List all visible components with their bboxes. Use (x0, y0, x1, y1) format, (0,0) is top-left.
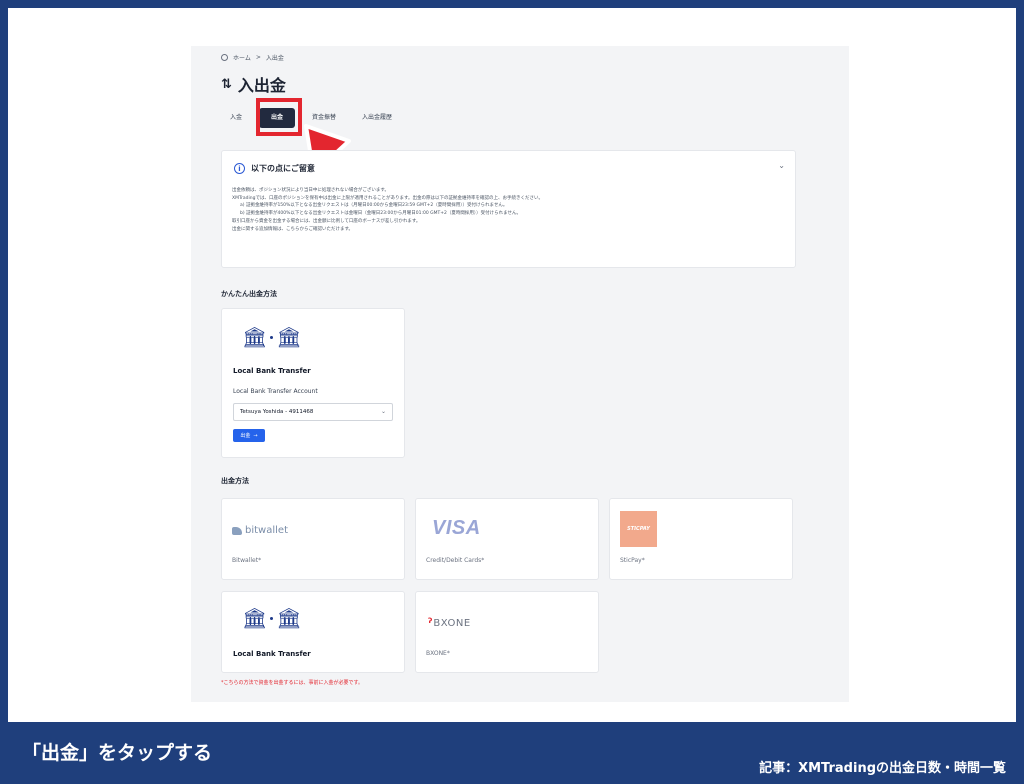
notice-line: 取引口座から資金を出金する場合には、出金額に比例して口座のボーナスが差し引かれま… (232, 218, 421, 224)
method-card-bxone[interactable]: ˀ BXONE BXONE* (415, 591, 599, 673)
notice-line: a) 証拠金維持率が150%以下となる出金リクエストは（月曜日00:00から金曜… (240, 203, 508, 209)
notice-header[interactable]: i 以下の点にご留意 (234, 163, 315, 174)
account-select-value: Tetsuya Yoshida - 4911468 (240, 409, 314, 415)
quick-method-name: Local Bank Transfer (233, 367, 311, 375)
method-name: Credit/Debit Cards* (426, 557, 485, 564)
notice-panel: i 以下の点にご留意 ⌄ 出金依頼は、ポジション状況により当日中に処理されない場… (221, 150, 796, 268)
notice-title: 以下の点にご留意 (251, 164, 315, 173)
visa-logo: VISA (432, 517, 481, 539)
bank-icon: 🏛 (276, 325, 302, 349)
breadcrumb-separator: > (255, 54, 261, 61)
caption: 「出金」をタップする (22, 742, 213, 764)
bxone-icon: ˀ (428, 616, 433, 630)
page-title-text: 入出金 (237, 76, 286, 95)
withdraw-button-label: 出金 (240, 433, 251, 439)
method-card-sticpay[interactable]: STICPAY SticPay* (609, 498, 793, 580)
breadcrumb-current: 入出金 (265, 55, 284, 62)
notice-line: 出金に関する追加情報は、こちらからご確認いただけます。 (232, 226, 354, 232)
method-name: Local Bank Transfer (233, 650, 311, 658)
bank-logo: 🏛 🏛 (242, 327, 302, 347)
tab-deposit[interactable]: 入金 (221, 108, 251, 128)
page-title: ⇅ 入出金 (221, 72, 286, 96)
bitwallet-logo: bitwallet (232, 525, 288, 536)
breadcrumb: ホーム > 入出金 (221, 53, 284, 62)
chevron-down-icon: ⌄ (380, 408, 386, 415)
withdraw-methods-label: 出金方法 (221, 477, 249, 485)
bxone-logo-text: BXONE (433, 617, 471, 629)
method-name: SticPay* (620, 557, 645, 564)
method-name: Bitwallet* (232, 557, 262, 564)
bitwallet-icon (232, 526, 242, 535)
bxone-logo: ˀ BXONE (428, 616, 471, 630)
footnote: *こちらの方法で資金を出金するには、事前に入金が必要です。 (221, 680, 364, 686)
chevron-down-icon[interactable]: ⌄ (778, 161, 785, 170)
account-label: Local Bank Transfer Account (233, 388, 318, 395)
method-card-bitwallet[interactable]: bitwallet Bitwallet* (221, 498, 405, 580)
account-select[interactable]: Tetsuya Yoshida - 4911468 ⌄ (233, 403, 393, 421)
sticpay-logo: STICPAY (620, 511, 657, 547)
article-reference: 記事：XMTradingの出金日数・時間一覧 (759, 761, 1006, 776)
notice-body: 出金依頼は、ポジション状況により当日中に処理されない場合がございます。 XMTr… (232, 187, 543, 233)
arrow-right-icon: → (253, 432, 258, 439)
bank-icon: 🏛 (242, 606, 268, 630)
bank-icon: 🏛 (276, 606, 302, 630)
screenshot-frame: ホーム > 入出金 ⇅ 入出金 入金 出金 資金振替 入出金履歴 i 以下の点に… (8, 8, 1016, 722)
method-card-card[interactable]: VISA Credit/Debit Cards* (415, 498, 599, 580)
breadcrumb-home[interactable]: ホーム (233, 53, 251, 62)
bitwallet-logo-text: bitwallet (245, 525, 288, 536)
quick-bank-card: 🏛 🏛 Local Bank Transfer Local Bank Trans… (221, 308, 405, 458)
bank-logo: 🏛 🏛 (242, 608, 302, 628)
swap-arrows-icon: ⇅ (221, 76, 232, 92)
bank-icon: 🏛 (242, 325, 268, 349)
app-canvas: ホーム > 入出金 ⇅ 入出金 入金 出金 資金振替 入出金履歴 i 以下の点に… (191, 46, 849, 702)
quick-withdraw-label: かんたん出金方法 (221, 290, 277, 298)
bank-logo-dot (270, 616, 274, 620)
notice-line: 出金依頼は、ポジション状況により当日中に処理されない場合がございます。 (232, 188, 389, 193)
bank-logo-dot (270, 335, 274, 339)
withdraw-button[interactable]: 出金 → (233, 429, 265, 442)
notice-line: XMTradingでは、口座のポジションを保有中は出金に上限が適用されることがあ… (232, 195, 544, 201)
notice-line: b) 証拠金維持率が400%以下となる出金リクエストは金曜日（金曜日23:00か… (240, 211, 522, 217)
method-card-bank[interactable]: 🏛 🏛 Local Bank Transfer (221, 591, 405, 673)
info-icon: i (234, 163, 245, 174)
method-name: BXONE* (426, 650, 450, 657)
home-icon[interactable] (221, 54, 228, 61)
